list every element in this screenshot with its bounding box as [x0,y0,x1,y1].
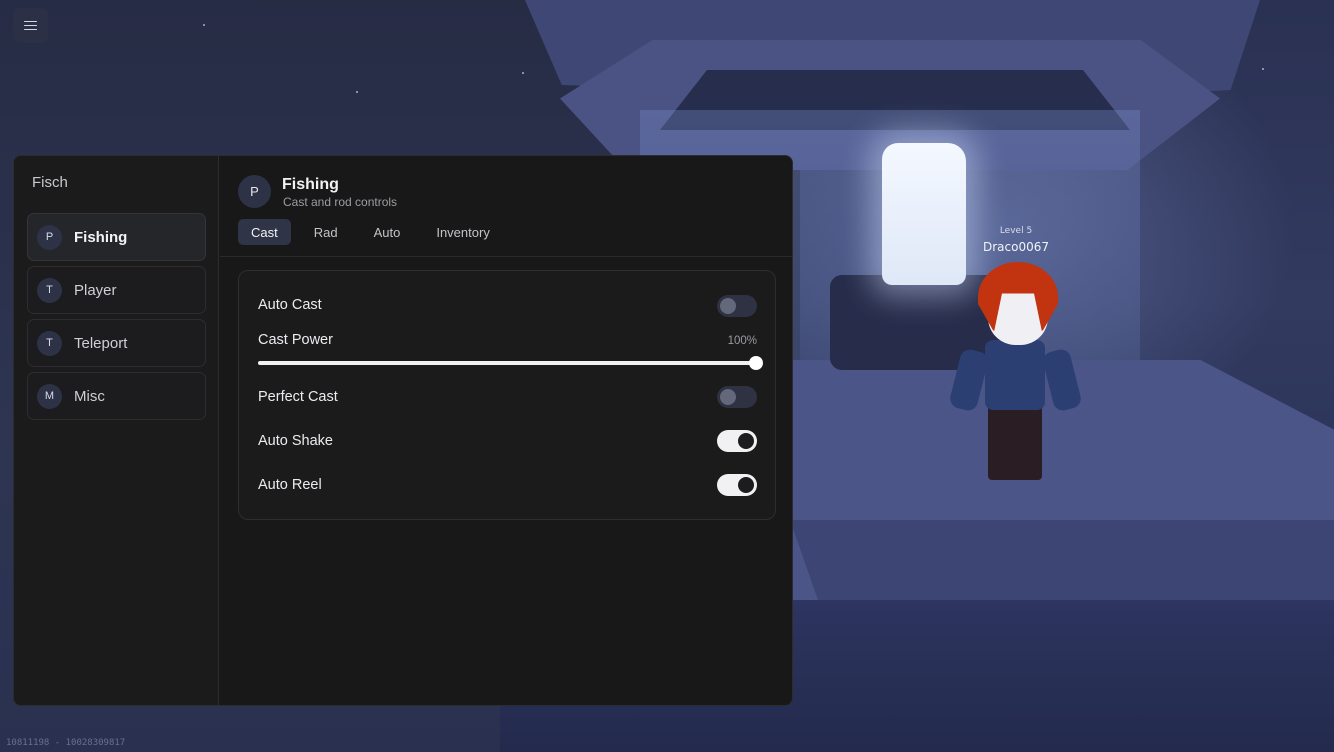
nav-badge: T [37,277,62,303]
tab-rad[interactable]: Rad [301,219,351,245]
perfect-cast-label: Perfect Cast [258,389,338,405]
cast-settings-card: Auto Cast Cast Power 100% Perfect Cast A… [238,270,776,520]
auto-shake-toggle[interactable] [717,430,757,452]
script-hub-window: Fisch P Fishing T Player T Teleport M Mi… [13,155,793,706]
sidebar: Fisch P Fishing T Player T Teleport M Mi… [14,156,219,705]
auto-cast-toggle[interactable] [717,295,757,317]
avatar-torso [985,340,1045,410]
star [522,72,524,74]
sidebar-item-teleport[interactable]: T Teleport [27,319,206,367]
version-text: 10811198 - 10028309817 [6,738,126,748]
star [203,24,205,26]
nav-badge: P [37,224,62,250]
page-subtitle: Cast and rod controls [283,195,398,209]
sidebar-item-label: Teleport [74,334,128,352]
tab-auto[interactable]: Auto [361,219,414,245]
perfect-cast-toggle[interactable] [717,386,757,408]
app-title: Fisch [32,174,68,191]
tab-divider [220,256,792,257]
sidebar-item-misc[interactable]: M Misc [27,372,206,420]
auto-reel-toggle[interactable] [717,474,757,496]
tab-inventory[interactable]: Inventory [423,219,502,245]
cast-power-value: 100% [727,335,757,347]
sidebar-item-player[interactable]: T Player [27,266,206,314]
tab-cast[interactable]: Cast [238,219,291,245]
slider-fill [258,361,756,365]
sidebar-item-label: Player [74,281,117,299]
hamburger-icon [24,20,37,31]
menu-toggle-button[interactable] [13,8,48,43]
content-panel: P Fishing Cast and rod controls Cast Rad… [220,156,792,705]
page-badge: P [238,175,271,208]
toggle-knob [720,298,736,314]
auto-cast-label: Auto Cast [258,297,322,313]
nav-badge: M [37,383,62,409]
star [356,91,358,93]
star [1262,68,1264,70]
tab-bar: Cast Rad Auto Inventory [238,219,513,245]
platform-edge [790,520,1334,600]
sidebar-item-label: Fishing [74,228,128,246]
avatar-legs [988,405,1042,480]
page-title: Fishing [282,176,339,193]
nav-badge: T [37,330,62,356]
player-name-tag: Draco0067 [982,240,1049,254]
toggle-knob [720,389,736,405]
cast-power-slider[interactable] [258,356,763,370]
glowing-crystal [882,143,966,285]
sidebar-item-fishing[interactable]: P Fishing [27,213,206,261]
auto-shake-label: Auto Shake [258,433,333,449]
sidebar-item-label: Misc [74,387,105,405]
toggle-knob [738,477,754,493]
slider-thumb[interactable] [749,356,763,370]
auto-reel-label: Auto Reel [258,477,322,493]
player-level-tag: Level 5 [999,226,1033,236]
toggle-knob [738,433,754,449]
cast-power-label: Cast Power [258,332,333,348]
